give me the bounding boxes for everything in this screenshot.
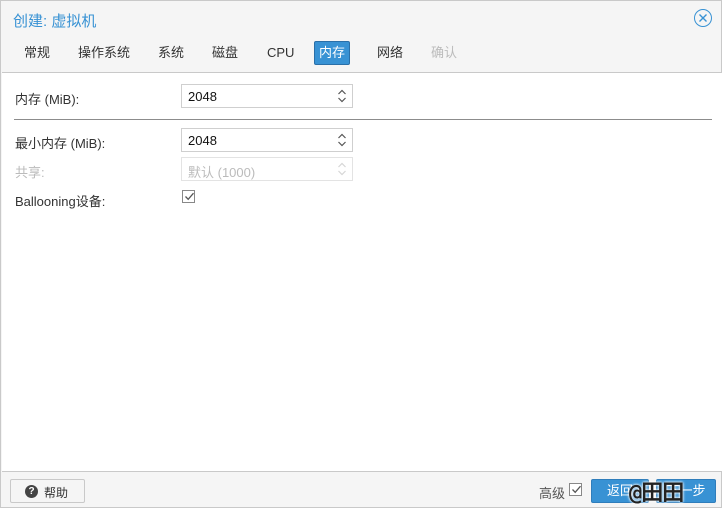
checkmark-icon [572, 485, 581, 494]
advanced-label: 高级 [539, 486, 566, 501]
advanced-checkbox[interactable] [569, 483, 582, 496]
help-button[interactable]: ? 帮助 [10, 479, 85, 503]
min-memory-label: 最小内存 (MiB): [15, 136, 106, 151]
wizard-tabs: 常规 操作系统 系统 磁盘 CPU 内存 网络 确认 [1, 41, 721, 67]
question-circle-icon: ? [25, 485, 38, 498]
checkmark-icon [185, 192, 194, 201]
tab-general[interactable]: 常规 [19, 41, 55, 65]
close-icon [699, 14, 707, 22]
tab-disk[interactable]: 磁盘 [207, 41, 243, 65]
up-down-chevron-icon [338, 162, 346, 176]
shares-placeholder: 默认 (1000) [188, 165, 256, 180]
section-divider [14, 119, 712, 120]
close-button[interactable] [694, 9, 712, 27]
up-down-chevron-icon[interactable] [337, 88, 347, 104]
tab-network[interactable]: 网络 [372, 41, 408, 65]
help-label: 帮助 [44, 486, 69, 500]
shares-spinner-field: 默认 (1000) [181, 157, 353, 181]
tab-cpu[interactable]: CPU [262, 41, 299, 65]
create-vm-dialog: 创建: 虚拟机 常规 操作系统 系统 磁盘 CPU 内存 网络 确认 内存 (M… [0, 0, 722, 508]
tab-memory[interactable]: 内存 [314, 41, 351, 65]
watermark-text: @田田 [629, 481, 684, 506]
tab-confirm: 确认 [431, 45, 458, 60]
up-down-chevron-icon[interactable] [337, 132, 347, 148]
title-bar: 创建: 虚拟机 [1, 1, 721, 37]
memory-panel: 内存 (MiB): 2048 最小内存 (MiB): 2048 共享: 默认 (… [2, 72, 722, 472]
tab-os[interactable]: 操作系统 [73, 41, 135, 65]
min-memory-spinner-field[interactable]: 2048 [181, 128, 353, 152]
min-memory-value: 2048 [188, 133, 217, 148]
dialog-title: 创建: 虚拟机 [13, 13, 97, 30]
shares-label: 共享: [15, 165, 45, 180]
ballooning-checkbox[interactable] [182, 190, 195, 203]
memory-value: 2048 [188, 89, 217, 104]
dialog-footer: ? 帮助 高级 返回 下一步 [1, 473, 721, 507]
memory-spinner-field[interactable]: 2048 [181, 84, 353, 108]
ballooning-label: Ballooning设备: [15, 194, 106, 209]
tab-system[interactable]: 系统 [153, 41, 189, 65]
memory-label: 内存 (MiB): [15, 92, 80, 107]
